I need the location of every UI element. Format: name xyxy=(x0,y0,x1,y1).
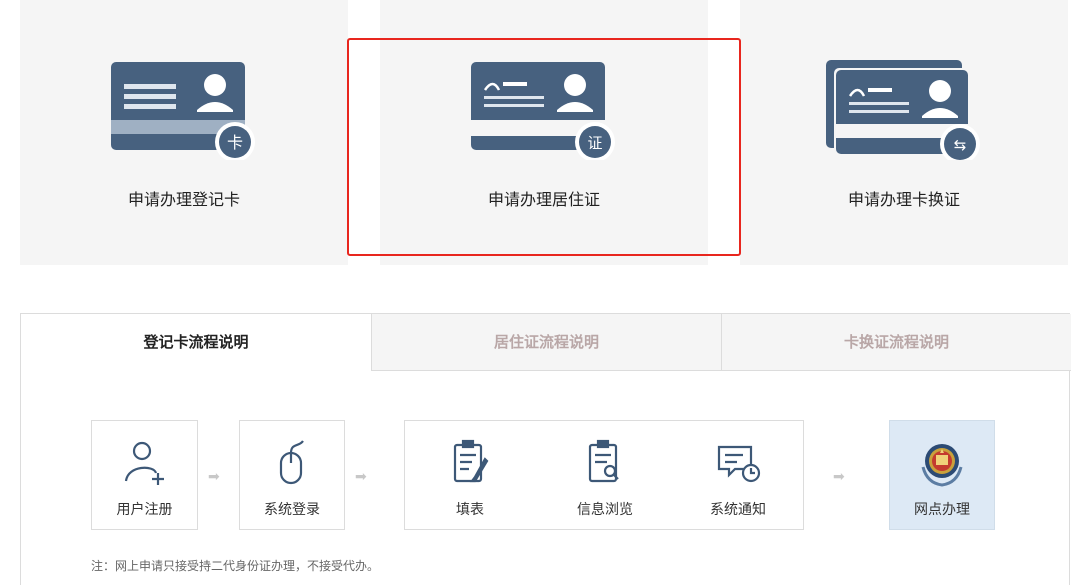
police-emblem-icon xyxy=(917,437,967,492)
tab-exchange-process[interactable]: 卡换证流程说明 xyxy=(721,314,1071,371)
process-tabs: 登记卡流程说明 居住证流程说明 卡换证流程说明 xyxy=(21,314,1071,371)
card-label: 申请办理卡换证 xyxy=(847,192,960,209)
tab-residence-process[interactable]: 居住证流程说明 xyxy=(371,314,721,371)
arrow-right-icon: ➡ xyxy=(833,468,845,484)
step-label: 信息浏览 xyxy=(577,501,633,517)
message-clock-icon xyxy=(713,437,763,492)
svg-text:⇆: ⇆ xyxy=(954,136,967,154)
card-exchange[interactable]: ⇆ 申请办理卡换证 xyxy=(740,0,1068,265)
step-label: 系统登录 xyxy=(264,501,320,517)
step-label: 网点办理 xyxy=(914,501,970,517)
tab-register-process[interactable]: 登记卡流程说明 xyxy=(21,314,371,371)
step-register: 用户注册 xyxy=(91,420,198,530)
step-branch: 网点办理 xyxy=(889,420,995,530)
mouse-icon xyxy=(267,437,317,492)
step-label: 用户注册 xyxy=(116,501,173,517)
step-login: 系统登录 xyxy=(239,420,345,530)
card-register[interactable]: 卡 申请办理登记卡 xyxy=(20,0,348,265)
process-panel: 登记卡流程说明 居住证流程说明 卡换证流程说明 用户注册 ➡ 系统登录 ➡ 填表… xyxy=(20,313,1071,585)
card-exchange-icon: ⇆ xyxy=(824,60,984,165)
step-label: 系统通知 xyxy=(710,501,766,517)
notice-text: 注：网上申请只接受持二代身份证办理，不接受代办。 xyxy=(91,559,380,573)
add-user-icon xyxy=(120,437,170,492)
registration-card-icon: 卡 xyxy=(109,60,259,165)
step-label: 填表 xyxy=(456,501,484,517)
arrow-right-icon: ➡ xyxy=(208,468,220,484)
step-group-online: 填表 信息浏览 系统通知 xyxy=(404,420,804,530)
form-edit-icon xyxy=(445,437,495,492)
arrow-right-icon: ➡ xyxy=(355,468,367,484)
svg-text:卡: 卡 xyxy=(227,133,243,152)
selection-highlight xyxy=(347,38,741,256)
clipboard-search-icon xyxy=(580,437,630,492)
card-label: 申请办理登记卡 xyxy=(127,192,240,209)
